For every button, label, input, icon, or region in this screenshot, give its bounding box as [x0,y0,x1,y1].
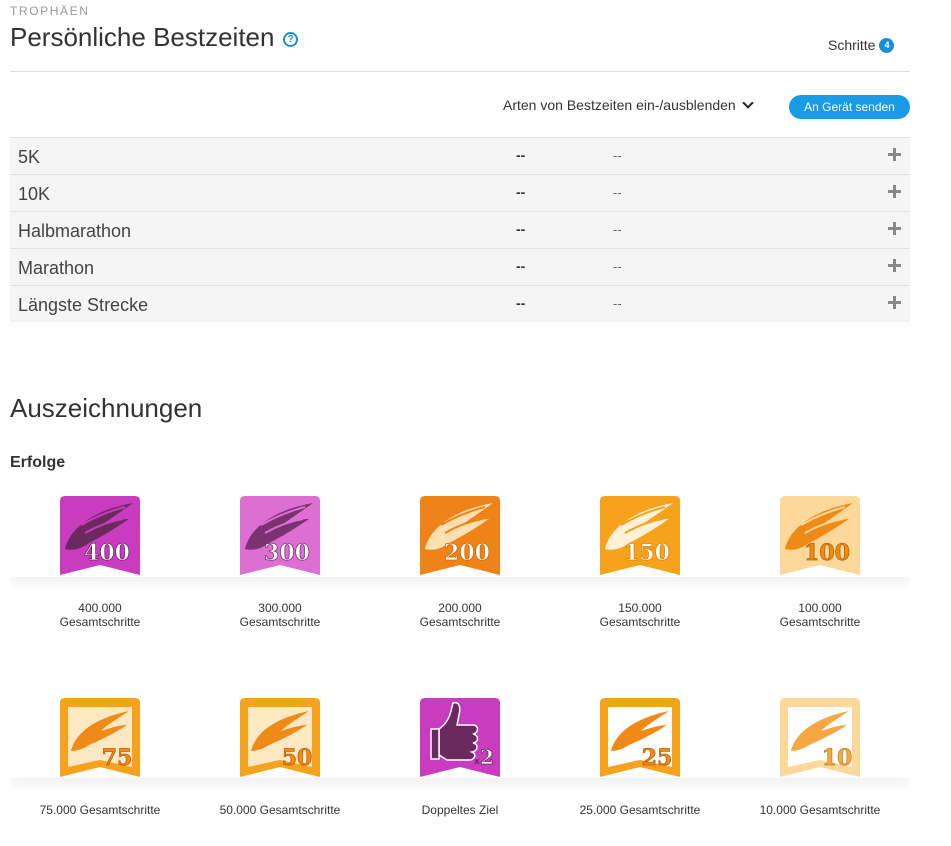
badge-300k-icon: 300 [240,496,320,575]
record-time: -- [516,221,526,237]
badge-25k-number: 25 [642,745,673,771]
header-divider [10,71,910,72]
tab-steps-count-badge: 4 [879,37,895,53]
record-row-5k: 5K -- -- [10,137,910,174]
record-date: -- [613,259,622,274]
badge-100k-steps[interactable]: 100 100.000 Gesamtschritte [730,495,910,629]
record-name: Halbmarathon [18,221,132,241]
badge-75k-caption: 75.000 Gesamtschritte [39,803,161,817]
plus-icon[interactable] [888,259,901,272]
record-date: -- [613,296,622,311]
plus-icon[interactable] [888,296,901,309]
badge-50k-caption: 50.000 Gesamtschritte [219,803,341,817]
help-icon[interactable]: ? [283,32,298,47]
badge-400k-caption: 400.000 [78,601,122,615]
toggle-record-types-link[interactable]: Arten von Bestzeiten ein-/ausblenden [503,97,754,113]
badge-300k-steps[interactable]: 300 300.000 Gesamtschritte [190,495,370,629]
record-row-10k: 10K -- -- [10,174,910,211]
chevron-down-icon [742,97,754,109]
badge-25k-icon: 25 [600,698,680,777]
badge-200k-subcaption: Gesamtschritte [419,615,501,629]
achievements-heading: Erfolge [10,454,66,471]
badge-300k-caption: 300.000 [258,601,302,615]
record-time: -- [516,184,526,200]
badge-150k-subcaption: Gesamtschritte [599,615,681,629]
badge-75k-steps[interactable]: 75 75.000 Gesamtschritte [10,697,190,817]
badge-50k-steps[interactable]: 50 50.000 Gesamtschritte [190,697,370,817]
record-name: Längste Strecke [18,295,149,315]
records-table: 5K -- -- 10K -- -- Halbmarathon -- -- Ma… [10,137,910,322]
badge-double-goal-caption: Doppeltes Ziel [421,803,499,817]
record-name: 10K [18,184,51,204]
badge-10k-icon: 10 [780,698,860,777]
badge-150k-steps[interactable]: 150 150.000 Gesamtschritte [550,495,730,629]
badge-50k-icon: 50 [240,698,320,777]
badge-25k-steps[interactable]: 25 25.000 Gesamtschritte [550,697,730,817]
page-eyebrow: TROPHÄEN [10,4,90,18]
page-title: Persönliche Bestzeiten [10,22,275,52]
badge-150k-icon: 150 [600,496,680,575]
badge-300k-number: 300 [264,540,310,566]
record-date: -- [613,185,622,200]
badge-10k-caption: 10.000 Gesamtschritte [759,803,881,817]
badge-200k-icon: 200 [420,496,500,575]
record-date: -- [613,222,622,237]
badge-200k-number: 200 [444,540,490,566]
tab-steps[interactable]: Schritte 4 [828,37,895,53]
awards-heading: Auszeichnungen [10,393,203,423]
record-row-half-marathon: Halbmarathon -- -- [10,211,910,248]
badge-300k-subcaption: Gesamtschritte [239,615,321,629]
badge-double-goal-number: 2 [480,745,494,769]
record-row-longest-distance: Längste Strecke -- -- [10,285,910,322]
badge-150k-number: 150 [624,540,670,566]
badge-100k-caption: 100.000 [798,601,842,615]
badge-double-goal-icon: x 2 [420,698,500,777]
plus-icon[interactable] [888,148,901,161]
badge-75k-icon: 75 [60,698,140,777]
record-time: -- [516,295,526,311]
badge-double-goal[interactable]: x 2 Doppeltes Ziel [370,697,550,817]
plus-icon[interactable] [888,185,901,198]
badge-25k-caption: 25.000 Gesamtschritte [579,803,701,817]
badge-75k-number: 75 [102,745,133,771]
tab-steps-label: Schritte [828,37,876,53]
send-to-device-button[interactable]: An Gerät senden [789,95,910,119]
record-time: -- [516,147,526,163]
record-date: -- [613,148,622,163]
record-name: 5K [18,147,41,167]
toggle-record-types-label: Arten von Bestzeiten ein-/ausblenden [503,97,736,113]
badge-100k-icon: 100 [780,496,860,575]
badge-100k-number: 100 [804,540,850,566]
badge-10k-number: 10 [822,745,853,771]
plus-icon[interactable] [888,222,901,235]
record-time: -- [516,258,526,274]
badge-400k-number: 400 [84,540,130,566]
record-name: Marathon [18,258,95,278]
record-row-marathon: Marathon -- -- [10,248,910,285]
badge-200k-caption: 200.000 [438,601,482,615]
badge-150k-caption: 150.000 [618,601,662,615]
badge-10k-steps[interactable]: 10 10.000 Gesamtschritte [730,697,910,817]
badge-400k-icon: 400 [60,496,140,575]
badge-200k-steps[interactable]: 200 200.000 Gesamtschritte [370,495,550,629]
badge-50k-number: 50 [282,745,313,771]
badge-400k-subcaption: Gesamtschritte [59,615,141,629]
badge-400k-steps[interactable]: 400 400.000 Gesamtschritte [10,495,190,629]
badge-100k-subcaption: Gesamtschritte [779,615,861,629]
